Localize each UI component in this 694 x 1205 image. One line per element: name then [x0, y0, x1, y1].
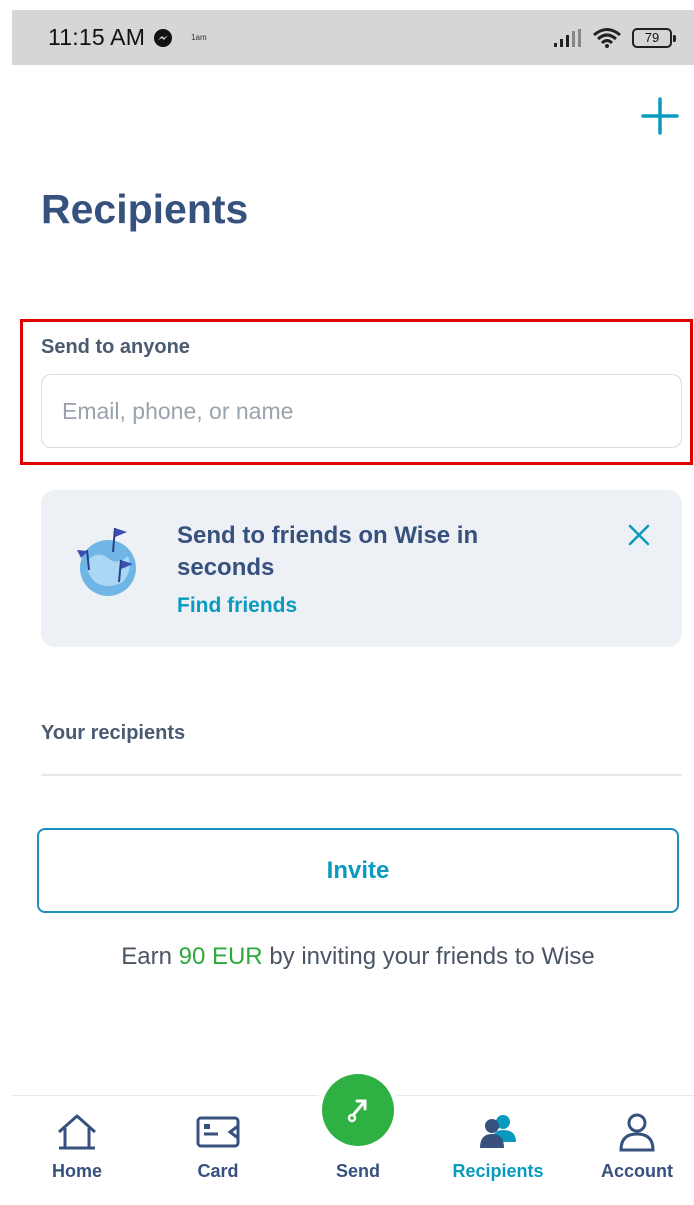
divider	[41, 774, 682, 776]
search-label: Send to anyone	[41, 336, 190, 358]
wifi-icon	[593, 27, 621, 48]
find-friends-link[interactable]: Find friends	[177, 594, 297, 618]
bottom-nav: Home Card Send Recipients Account	[12, 1074, 694, 1205]
promo-title: Send to friends on Wise in seconds	[177, 522, 479, 581]
nav-account-label: Account	[601, 1161, 673, 1181]
nav-send[interactable]: Send	[293, 1074, 423, 1205]
send-icon	[322, 1074, 394, 1146]
nav-card-label: Card	[197, 1161, 239, 1181]
status-small-text: 1am	[191, 33, 207, 42]
add-recipient-button[interactable]	[640, 96, 680, 136]
nav-account[interactable]: Account	[572, 1096, 694, 1205]
earn-amount: 90 EUR	[178, 943, 263, 970]
send-arrow-icon	[347, 1099, 367, 1123]
battery-icon: 79	[632, 27, 676, 48]
nav-home-label: Home	[51, 1161, 102, 1181]
battery-level: 79	[644, 30, 660, 45]
send-to-anyone-section: Send to anyone	[20, 319, 693, 465]
globe-flags-icon	[77, 527, 136, 596]
earn-text: Earn 90 EUR by inviting your friends to …	[0, 943, 694, 971]
status-bar: 11:15 AM 1am 79	[12, 10, 694, 65]
recipients-icon	[480, 1115, 516, 1148]
close-icon[interactable]	[626, 522, 652, 548]
nav-card[interactable]: Card	[153, 1096, 283, 1205]
status-right: 79	[552, 27, 676, 49]
earn-prefix: Earn	[121, 943, 172, 970]
search-input[interactable]	[41, 374, 682, 448]
nav-send-label: Send	[335, 1161, 380, 1181]
card-icon	[196, 1116, 240, 1148]
account-icon	[619, 1113, 655, 1152]
your-recipients-label: Your recipients	[41, 722, 186, 744]
earn-suffix: by inviting your friends to Wise	[269, 943, 595, 970]
invite-button[interactable]: Invite	[37, 828, 679, 913]
status-time: 11:15 AM	[48, 24, 146, 50]
messenger-icon	[154, 28, 173, 47]
nav-recipients[interactable]: Recipients	[433, 1096, 563, 1205]
signal-icon	[554, 28, 581, 47]
page-title: Recipients	[41, 186, 249, 232]
home-icon	[58, 1114, 96, 1150]
find-friends-card: Send to friends on Wise in seconds Find …	[41, 490, 682, 647]
nav-home[interactable]: Home	[12, 1096, 142, 1205]
nav-recipients-label: Recipients	[452, 1161, 544, 1181]
status-left: 11:15 AM 1am	[48, 24, 207, 51]
